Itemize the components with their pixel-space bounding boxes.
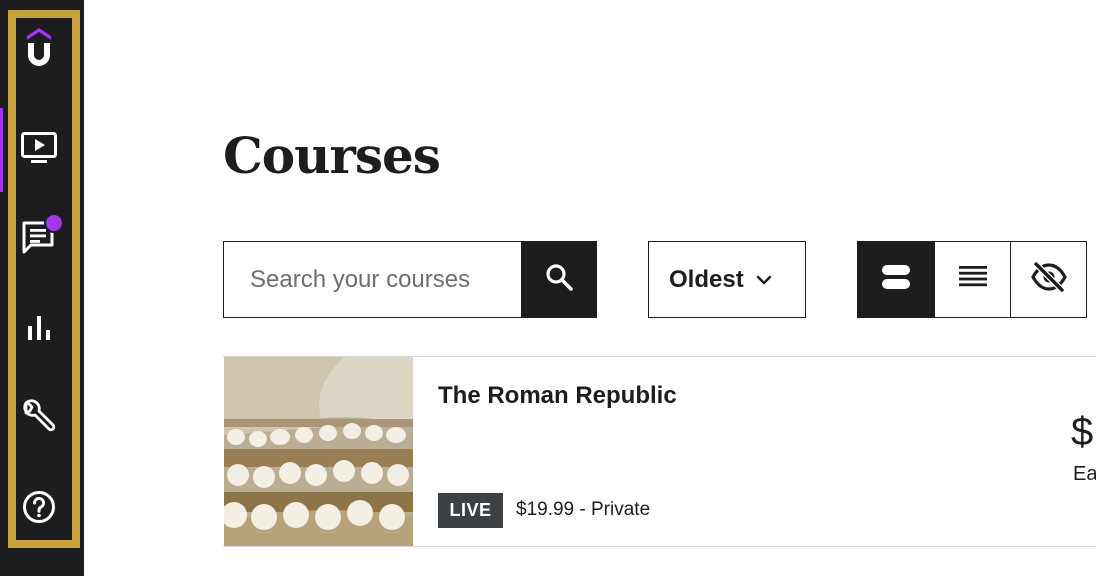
course-card-divider-bottom — [223, 546, 1096, 547]
tools-icon — [20, 398, 58, 436]
sort-label: Oldest — [669, 265, 744, 293]
eye-off-icon — [1030, 261, 1067, 297]
hidden-courses-button[interactable] — [1010, 242, 1086, 317]
list-view-button[interactable] — [934, 242, 1010, 317]
search-icon — [544, 262, 574, 297]
sidebar-highlight-frame — [8, 10, 80, 548]
earnings-amount: $ — [1071, 410, 1094, 454]
course-title[interactable]: The Roman Republic — [438, 382, 677, 410]
sidebar-item-courses[interactable] — [8, 117, 70, 179]
search-button[interactable] — [521, 242, 596, 317]
view-toggle-group — [857, 241, 1087, 318]
search-input[interactable] — [224, 242, 521, 317]
sort-dropdown[interactable]: Oldest — [648, 241, 806, 318]
list-view-icon — [958, 264, 988, 295]
course-thumbnail[interactable] — [224, 357, 413, 546]
course-price: $19.99 - Private — [516, 499, 651, 520]
udemy-logo-link[interactable] — [8, 16, 70, 78]
udemy-logo-icon — [24, 25, 54, 69]
performance-icon — [25, 312, 53, 342]
sidebar-active-indicator — [0, 108, 3, 192]
help-icon — [22, 490, 56, 524]
card-view-button[interactable] — [858, 242, 934, 317]
search-form — [223, 241, 597, 318]
courses-icon — [20, 131, 58, 165]
sidebar-item-help[interactable] — [8, 476, 70, 538]
page-title: Courses — [223, 126, 441, 185]
sidebar-item-performance[interactable] — [8, 296, 70, 358]
card-view-icon — [881, 264, 911, 295]
sidebar — [0, 0, 84, 576]
live-badge: LIVE — [438, 493, 503, 528]
sidebar-item-tools[interactable] — [8, 386, 70, 448]
sidebar-item-communication[interactable] — [8, 206, 70, 268]
notification-dot — [44, 213, 64, 233]
chevron-down-icon — [756, 275, 772, 285]
earnings-label: Ea — [1073, 463, 1096, 485]
